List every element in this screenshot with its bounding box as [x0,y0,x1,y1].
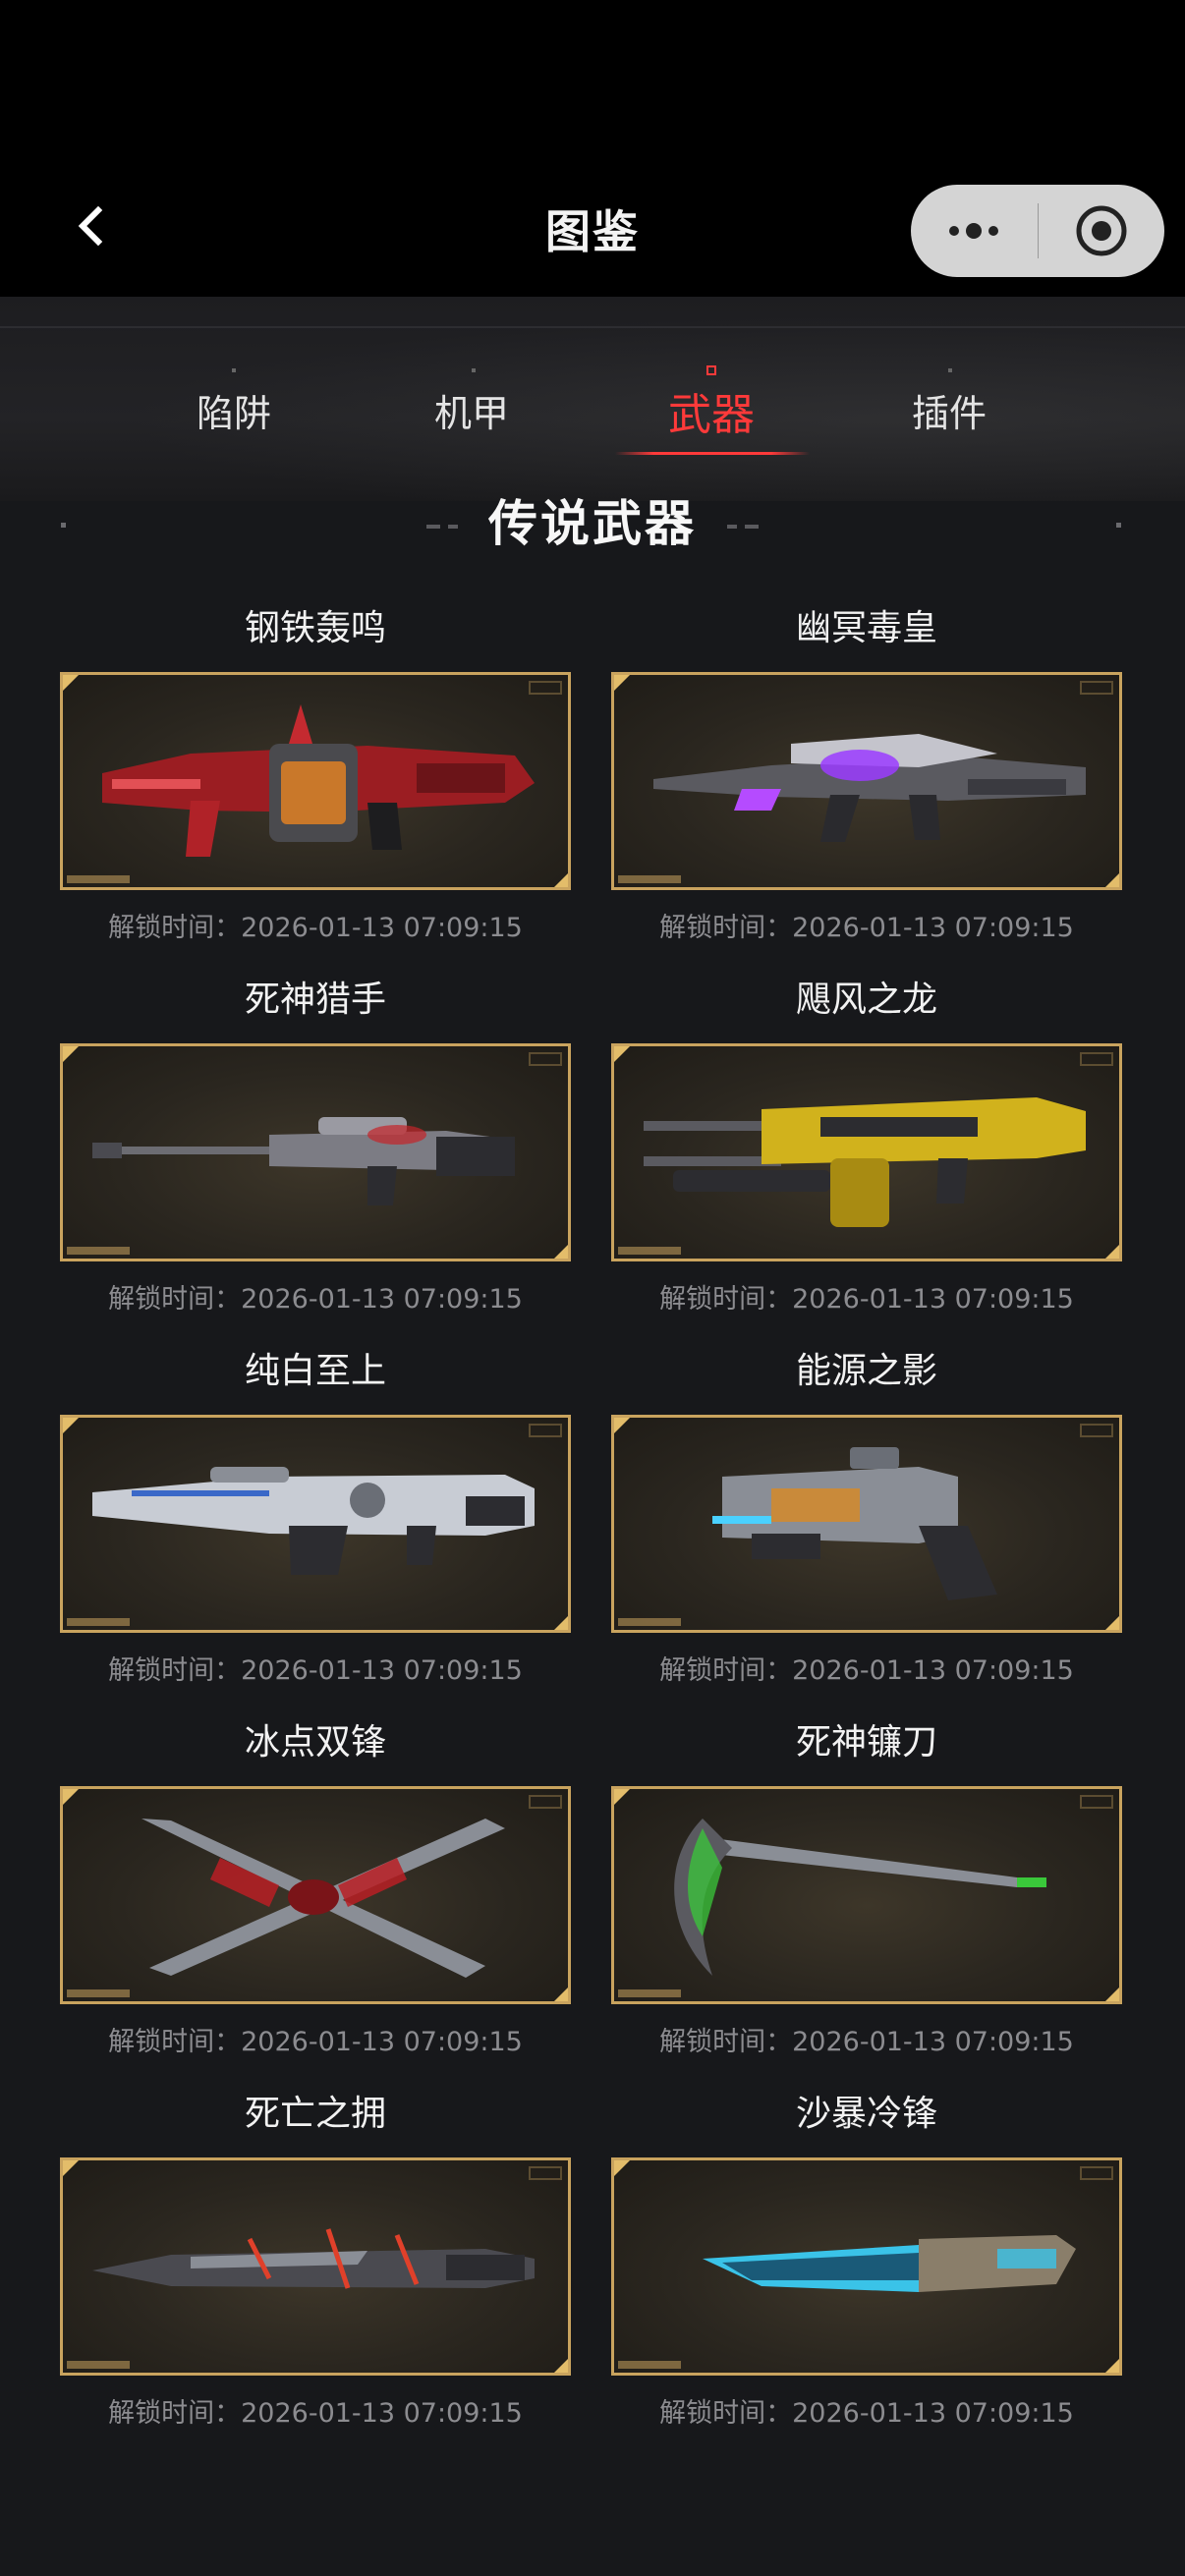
sniper-rifle-image [92,1117,515,1205]
weapon-card[interactable]: 飓风之龙 解锁时间：2026-01-13 07:09:15 [611,971,1122,1342]
unlock-time: 解锁时间：2026-01-13 07:09:15 [108,2027,523,2057]
unlock-time: 解锁时间：2026-01-13 07:09:15 [659,2398,1074,2429]
close-button[interactable] [1039,185,1165,277]
unlock-time: 解锁时间：2026-01-13 07:09:15 [108,2398,523,2429]
tab-plugins[interactable]: 插件 [851,383,1047,437]
weapon-card[interactable]: 沙暴冷锋 解锁时间：2026-01-13 07:09:15 [611,2085,1122,2456]
tab-weapons[interactable]: 武器 [613,379,810,442]
weapon-card[interactable]: 纯白至上 解锁时间：2026-01-13 07:09:15 [60,1342,571,1713]
weapon-name: 冰点双锋 [244,1722,386,1763]
section-corner-mark [1116,523,1121,528]
section-header: 传说武器 [0,489,1185,558]
scythe-image [674,1819,1046,1976]
section-dash [426,525,440,529]
tab-dot [232,368,236,372]
unlock-time: 解锁时间：2026-01-13 07:09:15 [108,913,523,943]
weapon-name: 钢铁轰鸣 [244,608,386,648]
weapon-card[interactable]: 冰点双锋 解锁时间：2026-01-13 07:09:15 [60,1713,571,2085]
tab-bar: 陷阱 机甲 武器 插件 [0,297,1185,501]
tab-dot [948,368,952,372]
weapon-card[interactable]: 死神猎手 解锁时间：2026-01-13 07:09:15 [60,971,571,1342]
weapon-card[interactable]: 幽冥毒皇 解锁时间：2026-01-13 07:09:15 [611,599,1122,971]
tab-mechs[interactable]: 机甲 [373,383,570,437]
section-dash [745,525,759,529]
mini-program-capsule [911,185,1164,277]
target-circle-icon [1076,205,1127,256]
tab-active-underline [615,452,810,455]
weapon-card[interactable]: 死亡之拥 解锁时间：2026-01-13 07:09:15 [60,2085,571,2456]
weapon-image-frame [611,1415,1122,1633]
weapon-image-frame [60,2157,571,2376]
weapon-image-frame [60,672,571,890]
weapon-name: 死亡之拥 [244,2094,386,2134]
purple-rifle-image [653,734,1086,842]
tab-dot [472,368,476,372]
top-bar: 图鉴 [0,0,1185,297]
white-rifle-image [92,1467,535,1575]
weapon-name: 死神猎手 [244,980,386,1020]
weapon-image-frame [611,1043,1122,1261]
tab-traps[interactable]: 陷阱 [136,383,332,437]
weapon-name: 幽冥毒皇 [795,608,937,648]
red-heavy-gun-image [102,704,535,857]
more-button[interactable] [911,185,1038,277]
weapon-name: 纯白至上 [244,1351,386,1391]
ice-blade-image [703,2235,1076,2292]
weapon-image-frame [611,672,1122,890]
weapon-name: 死神镰刀 [795,1722,937,1763]
weapon-name: 沙暴冷锋 [795,2094,937,2134]
weapon-card[interactable]: 钢铁轰鸣 解锁时间：2026-01-13 07:09:15 [60,599,571,971]
weapon-image-frame [611,1786,1122,2004]
more-dots-icon [949,223,999,239]
crossed-blades-image [141,1819,505,1978]
unlock-time: 解锁时间：2026-01-13 07:09:15 [659,1655,1074,1686]
unlock-time: 解锁时间：2026-01-13 07:09:15 [108,1284,523,1315]
gold-machine-gun-image [644,1097,1086,1227]
unlock-time: 解锁时间：2026-01-13 07:09:15 [108,1655,523,1686]
weapon-image-frame [60,1786,571,2004]
weapon-name: 飓风之龙 [795,980,937,1020]
weapon-image-frame [60,1415,571,1633]
section-corner-mark [61,523,66,528]
section-dash [448,525,458,529]
section-title: 传说武器 [488,495,697,552]
red-sword-image [92,2228,535,2289]
unlock-time: 解锁时间：2026-01-13 07:09:15 [659,913,1074,943]
weapon-name: 能源之影 [795,1351,937,1391]
weapon-card[interactable]: 死神镰刀 解锁时间：2026-01-13 07:09:15 [611,1713,1122,2085]
tab-bar-divider [0,326,1185,328]
weapon-image-frame [611,2157,1122,2376]
weapon-image-frame [60,1043,571,1261]
weapon-card[interactable]: 能源之影 解锁时间：2026-01-13 07:09:15 [611,1342,1122,1713]
unlock-time: 解锁时间：2026-01-13 07:09:15 [659,1284,1074,1315]
tab-dot-active [706,365,716,375]
section-dash [727,525,737,529]
energy-pistol-image [712,1447,997,1600]
unlock-time: 解锁时间：2026-01-13 07:09:15 [659,2027,1074,2057]
